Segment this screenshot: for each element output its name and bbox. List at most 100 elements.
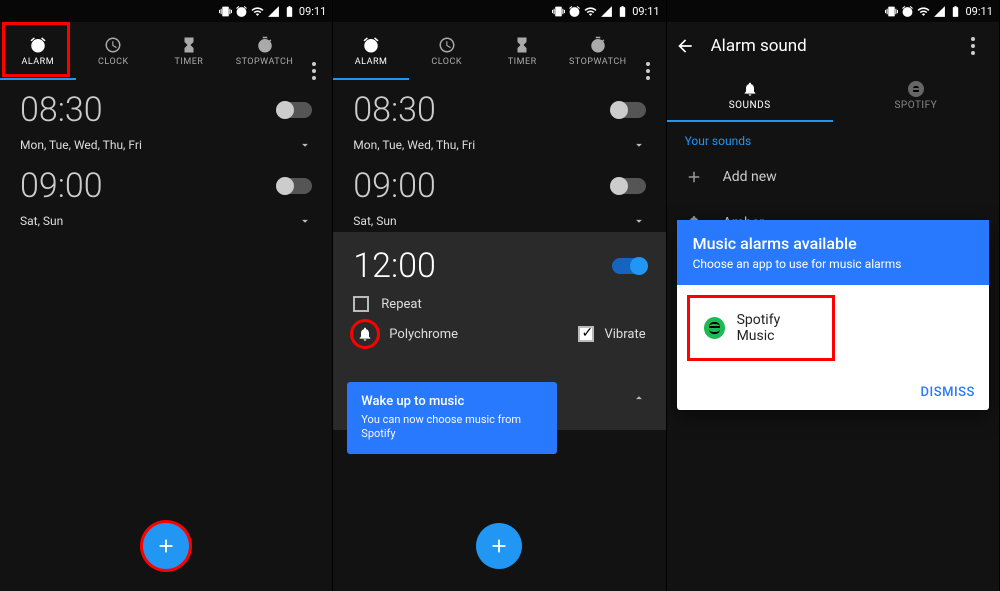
vibrate-icon: [552, 5, 565, 18]
overflow-menu[interactable]: [636, 62, 660, 80]
alarm-days: Sat, Sun: [353, 214, 396, 228]
top-bar: ALARM CLOCK TIMER STOPWATCH: [0, 22, 332, 80]
alarm-status-icon: [235, 5, 248, 18]
alarm-toggle[interactable]: [278, 102, 312, 118]
spotify-icon: [908, 81, 924, 97]
repeat-checkbox[interactable]: [353, 296, 369, 312]
alarm-status-icon: [901, 5, 914, 18]
plus-icon: [155, 535, 177, 557]
back-icon[interactable]: [675, 36, 695, 56]
alarm-item-1[interactable]: 08:30 Mon, Tue, Wed, Thu, Fri: [333, 80, 665, 156]
vibrate-label: Vibrate: [604, 327, 645, 342]
status-time: 09:11: [632, 5, 659, 18]
status-bar: 09:11: [333, 0, 665, 22]
tab-stopwatch[interactable]: STOPWATCH: [560, 22, 636, 80]
alarm-time: 09:00: [353, 166, 436, 206]
music-alarms-dialog: Music alarms available Choose an app to …: [677, 220, 989, 410]
chevron-down-icon[interactable]: [632, 214, 646, 228]
battery-icon: [283, 5, 296, 18]
overflow-menu[interactable]: [302, 62, 326, 80]
wifi-icon: [584, 5, 597, 18]
status-time: 09:11: [299, 5, 326, 18]
repeat-label: Repeat: [381, 297, 421, 312]
clock-icon: [104, 36, 122, 54]
wifi-icon: [917, 5, 930, 18]
alarm-toggle[interactable]: [612, 178, 646, 194]
alarm-days: Mon, Tue, Wed, Thu, Fri: [353, 138, 475, 152]
tab-timer[interactable]: TIMER: [151, 22, 227, 80]
tab-timer[interactable]: TIMER: [484, 22, 560, 80]
battery-icon: [949, 5, 962, 18]
alarm-icon: [29, 36, 47, 54]
overflow-menu[interactable]: [961, 37, 985, 55]
ringtone-icon-wrapper[interactable]: [353, 322, 377, 346]
sound-tabs: SOUNDS SPOTIFY: [667, 70, 999, 122]
spotify-tooltip: Wake up to music You can now choose musi…: [347, 382, 557, 454]
timer-icon: [513, 36, 531, 54]
add-alarm-fab[interactable]: [143, 523, 189, 569]
tooltip-title: Wake up to music: [361, 394, 543, 409]
vibrate-checkbox[interactable]: [578, 326, 594, 342]
tab-alarm[interactable]: ALARM: [0, 22, 76, 80]
alarm-time: 08:30: [353, 90, 436, 130]
alarm-toggle[interactable]: [612, 102, 646, 118]
alarm-time: 08:30: [20, 90, 103, 130]
add-alarm-fab[interactable]: [476, 523, 522, 569]
status-time: 09:11: [965, 5, 992, 18]
tab-sounds[interactable]: SOUNDS: [667, 70, 833, 122]
spotify-option[interactable]: Spotify Music: [687, 295, 835, 361]
tab-stopwatch[interactable]: STOPWATCH: [227, 22, 303, 80]
chevron-up-icon[interactable]: [632, 391, 646, 405]
repeat-row[interactable]: Repeat: [353, 296, 645, 312]
screen-alarm-sound: 09:11 Alarm sound SOUNDS SPOTIFY Your so…: [667, 0, 1000, 591]
status-bar: 09:11: [667, 0, 999, 22]
tab-clock[interactable]: CLOCK: [76, 22, 152, 80]
vibrate-icon: [885, 5, 898, 18]
chevron-down-icon[interactable]: [632, 138, 646, 152]
tab-clock[interactable]: CLOCK: [409, 22, 485, 80]
tooltip-body: You can now choose music from Spotify: [361, 413, 543, 442]
plus-icon: [685, 168, 703, 186]
bell-icon: [357, 326, 373, 342]
alarm-item-1[interactable]: 08:30 Mon, Tue, Wed, Thu, Fri: [0, 80, 332, 156]
alarm-icon: [362, 36, 380, 54]
stopwatch-icon: [256, 36, 274, 54]
dialog-title: Music alarms available: [693, 234, 973, 253]
add-new-label: Add new: [723, 169, 777, 185]
ringtone-label[interactable]: Polychrome: [389, 327, 458, 342]
signal-icon: [267, 5, 280, 18]
status-bar: 09:11: [0, 0, 332, 22]
tab-spotify[interactable]: SPOTIFY: [833, 70, 999, 122]
alarm-item-2[interactable]: 09:00 Sat, Sun: [0, 156, 332, 232]
alarm-item-3-expanded: 12:00 Repeat Polychrome Vibrate Wake up …: [333, 232, 665, 430]
clock-icon: [438, 36, 456, 54]
timer-icon: [180, 36, 198, 54]
bell-icon: [742, 81, 758, 97]
alarm-days: Sat, Sun: [20, 214, 63, 228]
dismiss-button[interactable]: DISMISS: [921, 385, 975, 400]
screen-alarm-expanded: 09:11 ALARM CLOCK TIMER STOPWATCH 08:30 …: [333, 0, 666, 591]
battery-icon: [616, 5, 629, 18]
wifi-icon: [251, 5, 264, 18]
vibrate-icon: [219, 5, 232, 18]
chevron-down-icon[interactable]: [298, 138, 312, 152]
signal-icon: [933, 5, 946, 18]
chevron-down-icon[interactable]: [298, 214, 312, 228]
screen-alarm-list: 09:11 ALARM CLOCK TIMER STOPWATCH: [0, 0, 333, 591]
tab-alarm[interactable]: ALARM: [333, 22, 409, 80]
spotify-option-label: Spotify Music: [737, 312, 818, 344]
alarm-days: Mon, Tue, Wed, Thu, Fri: [20, 138, 142, 152]
alarm-status-icon: [568, 5, 581, 18]
alarm-time: 12:00: [353, 246, 436, 286]
alarm-toggle[interactable]: [612, 258, 646, 274]
top-bar: ALARM CLOCK TIMER STOPWATCH: [333, 22, 665, 80]
add-new-sound[interactable]: Add new: [667, 154, 999, 200]
alarm-item-2[interactable]: 09:00 Sat, Sun: [333, 156, 665, 232]
dialog-subtitle: Choose an app to use for music alarms: [693, 257, 973, 271]
alarm-time: 09:00: [20, 166, 103, 206]
dialog-header: Music alarms available Choose an app to …: [677, 220, 989, 285]
signal-icon: [600, 5, 613, 18]
section-your-sounds: Your sounds: [667, 122, 999, 154]
alarm-toggle[interactable]: [278, 178, 312, 194]
plus-icon: [488, 535, 510, 557]
